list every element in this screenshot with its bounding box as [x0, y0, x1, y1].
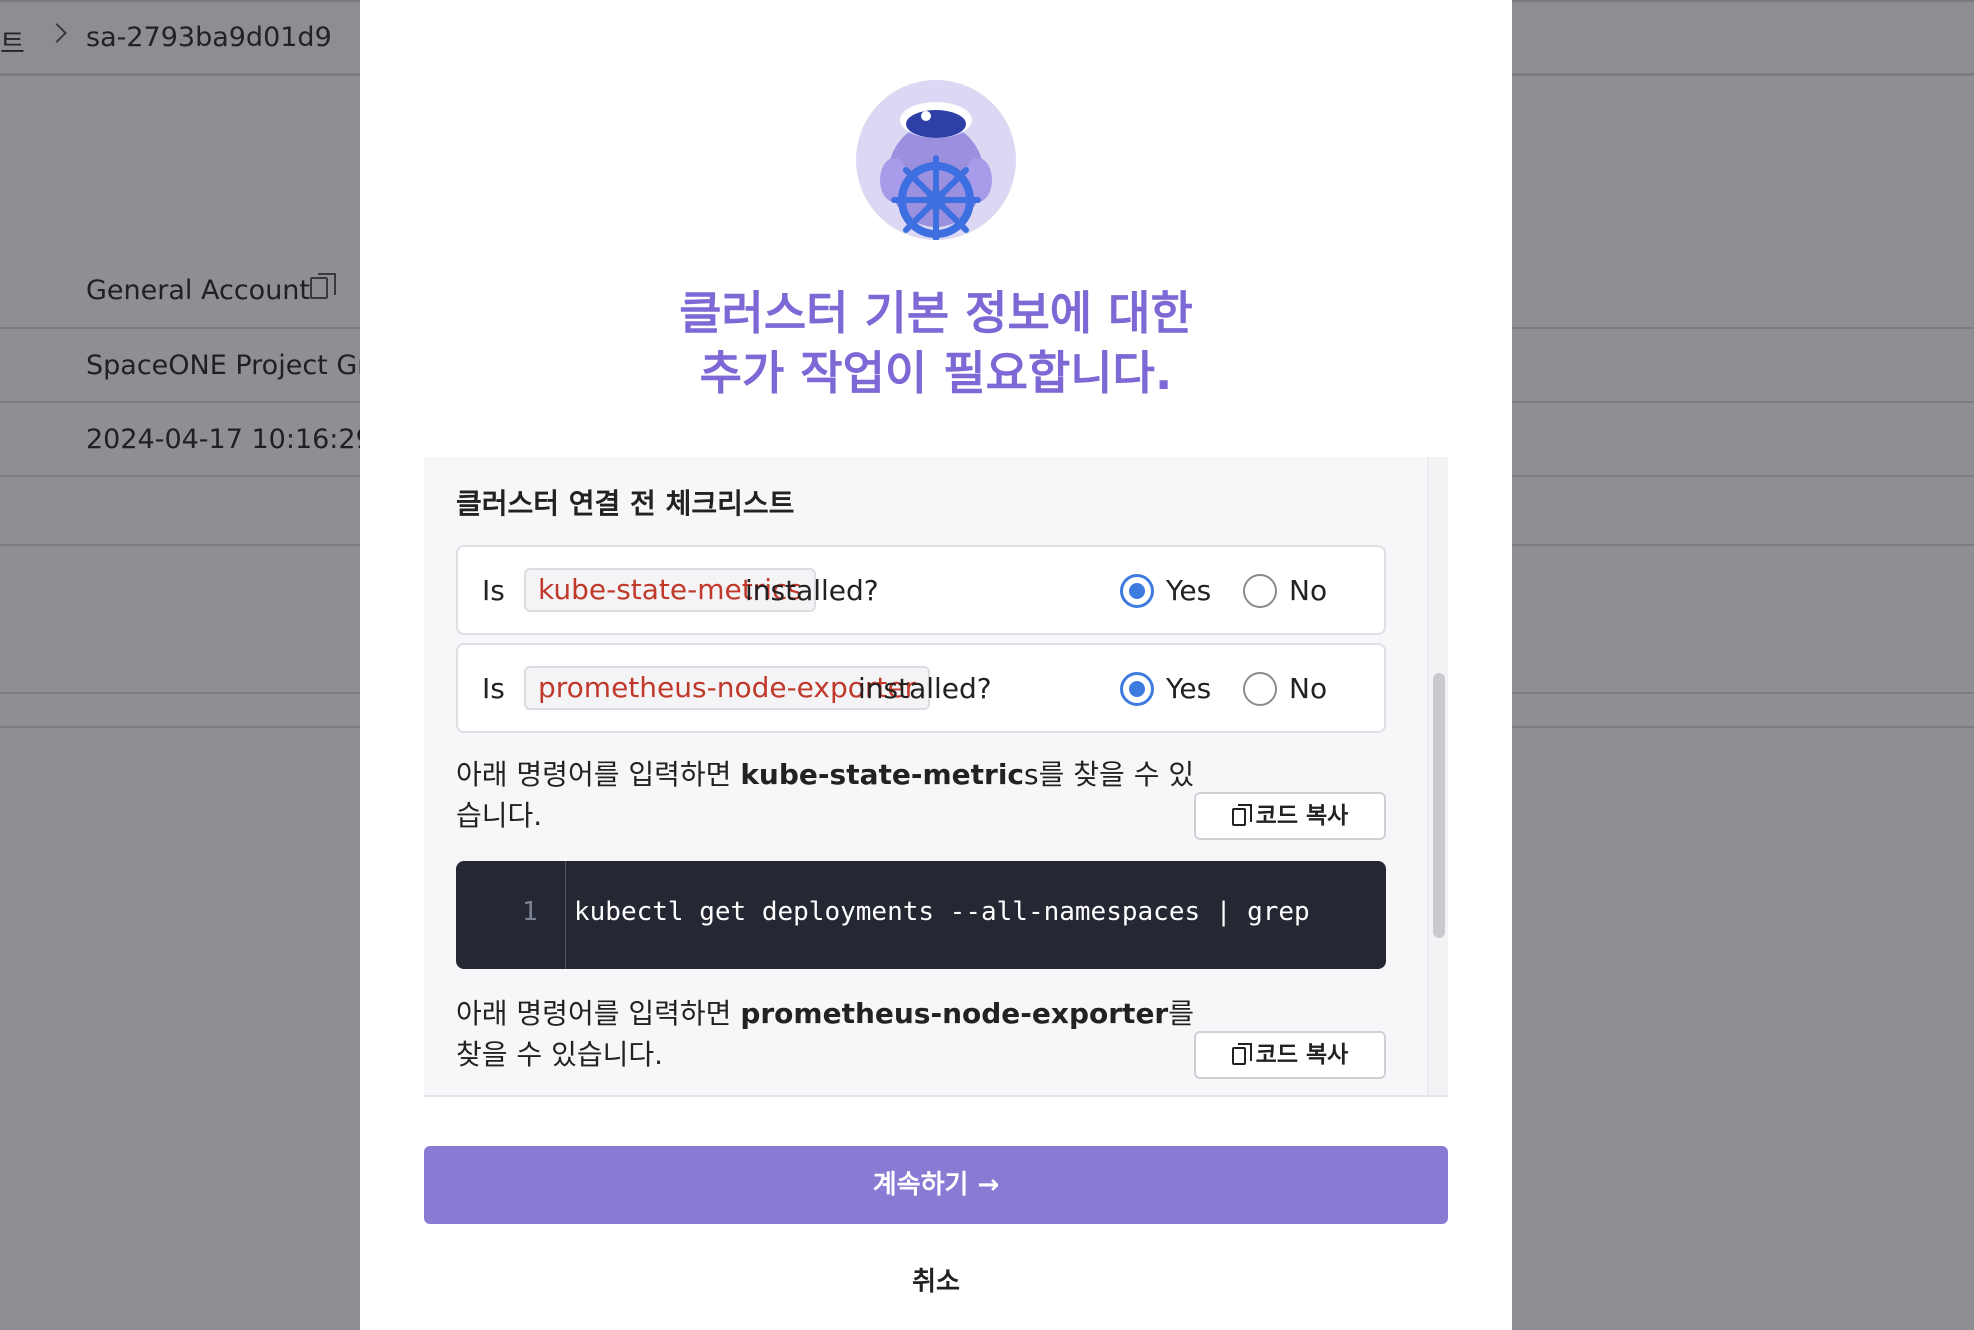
radio-no[interactable] — [1243, 672, 1277, 706]
kubernetes-mascot-icon — [856, 80, 1016, 240]
code-gutter: 1 — [456, 861, 566, 969]
command-description-node-exporter: 아래 명령어를 입력하면 prometheus-node-exporter를 찾… — [456, 997, 1195, 1071]
continue-button[interactable]: 계속하기 → — [424, 1146, 1448, 1224]
command-text: kubectl get deployments --all-namespaces… — [574, 897, 1310, 927]
line-number: 1 — [522, 897, 538, 927]
radio-no[interactable] — [1243, 574, 1277, 608]
radio-yes[interactable] — [1120, 672, 1154, 706]
copy-code-button[interactable]: 코드 복사 — [1194, 1031, 1386, 1079]
radio-yes-label[interactable]: Yes — [1166, 574, 1211, 607]
created-at-value: 2024-04-17 10:16:29 — [86, 424, 373, 455]
check-suffix: installed? — [858, 672, 992, 705]
scrollbar-thumb[interactable] — [1433, 673, 1445, 938]
scrollbar[interactable] — [1427, 457, 1448, 1095]
copy-icon — [1231, 1043, 1252, 1065]
breadcrumb-item-current: sa-2793ba9d01d9 — [86, 22, 332, 53]
copy-icon[interactable] — [310, 273, 336, 299]
cancel-button[interactable]: 취소 — [836, 1258, 1036, 1306]
command-description-kube-state-metrics: 아래 명령어를 입력하면 kube-state-metrics를 찾을 수 있습… — [456, 758, 1195, 832]
check-prefix: Is — [482, 574, 505, 607]
check-suffix: installed? — [745, 574, 879, 607]
modal-title: 클러스터 기본 정보에 대한 추가 작업이 필요합니다. — [360, 283, 1512, 403]
radio-no-label[interactable]: No — [1289, 672, 1327, 705]
cluster-info-modal: 클러스터 기본 정보에 대한 추가 작업이 필요합니다. 클러스터 연결 전 체… — [360, 0, 1512, 1330]
breadcrumb-item-prev[interactable]: 트 — [0, 22, 25, 61]
copy-code-button[interactable]: 코드 복사 — [1194, 792, 1386, 840]
project-group-value: SpaceONE Project Gr — [86, 350, 369, 381]
copy-icon — [1231, 804, 1252, 826]
checklist-panel[interactable]: 클러스터 연결 전 체크리스트 Is kube-state-metrics in… — [424, 457, 1448, 1097]
check-kube-state-metrics: Is kube-state-metrics installed? Yes No — [456, 545, 1386, 635]
code-block: 1 kubectl get deployments --all-namespac… — [456, 861, 1386, 969]
modal-title-line1: 클러스터 기본 정보에 대한 — [679, 286, 1193, 340]
checklist-title: 클러스터 연결 전 체크리스트 — [456, 487, 795, 520]
radio-yes[interactable] — [1120, 574, 1154, 608]
account-type-value: General Account — [86, 275, 311, 306]
radio-no-label[interactable]: No — [1289, 574, 1327, 607]
chevron-right-icon — [47, 23, 67, 43]
check-prefix: Is — [482, 672, 505, 705]
check-prometheus-node-exporter: Is prometheus-node-exporter installed? Y… — [456, 643, 1386, 733]
modal-title-line2: 추가 작업이 필요합니다. — [699, 346, 1173, 400]
radio-yes-label[interactable]: Yes — [1166, 672, 1211, 705]
